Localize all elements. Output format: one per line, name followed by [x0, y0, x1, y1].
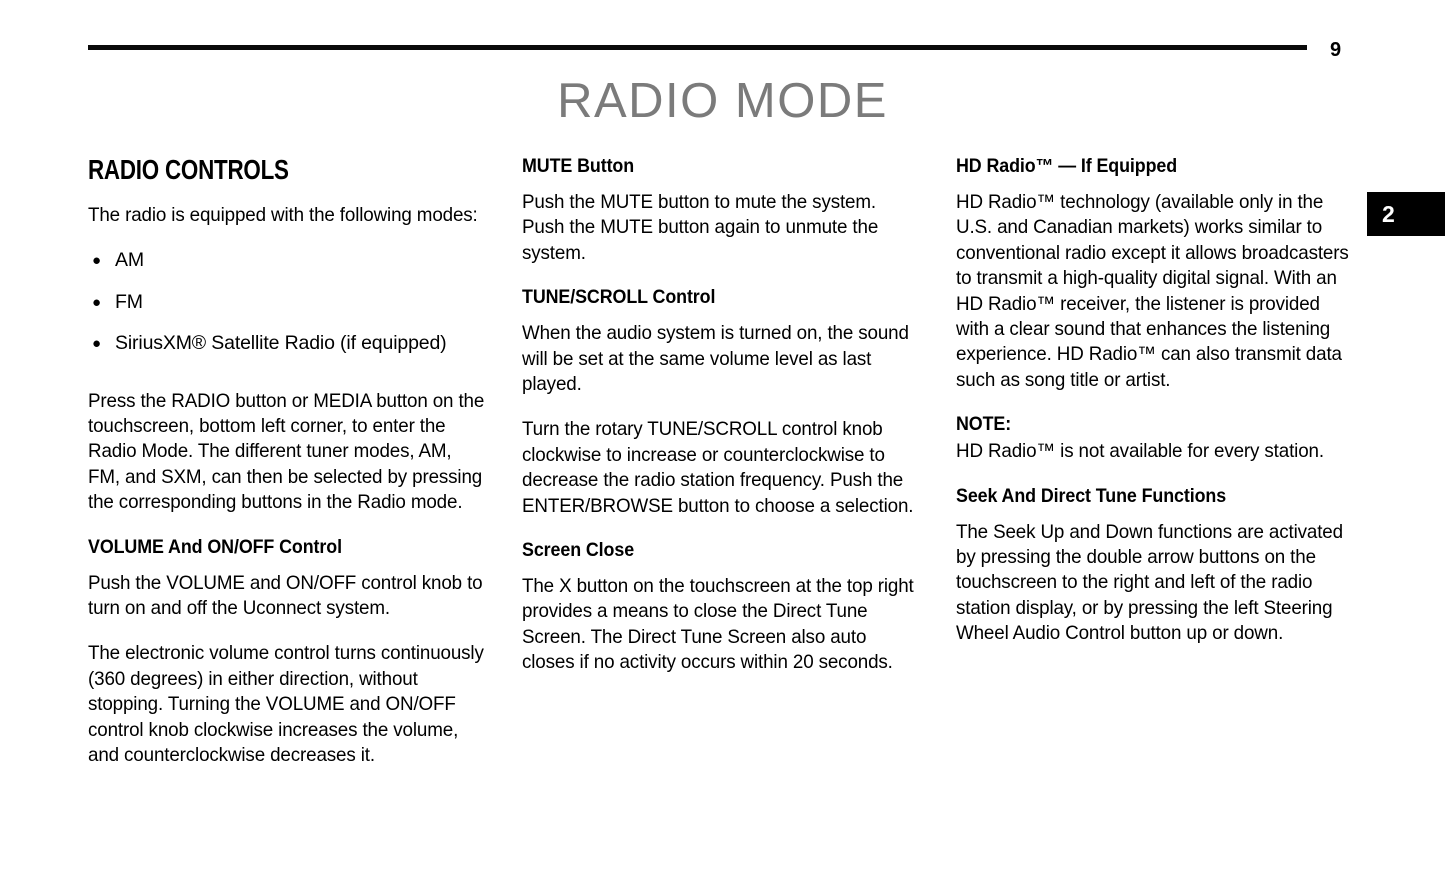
content-columns: RADIO CONTROLS The radio is equipped with… — [88, 155, 1356, 789]
subsection-heading: VOLUME And ON/OFF Control — [88, 536, 342, 558]
body-paragraph: When the audio system is turned on, the … — [522, 322, 909, 396]
list-item-label: AM — [115, 249, 144, 272]
subsection-heading: TUNE/SCROLL Control — [522, 287, 716, 309]
subsection-heading: MUTE Button — [522, 156, 635, 177]
chapter-tab: 2 — [1367, 192, 1445, 236]
subsection-heading: HD Radio™ — If Equipped — [956, 156, 1178, 177]
list-item: ● FM — [88, 290, 487, 315]
body-paragraph: Push the MUTE button to mute the system.… — [522, 191, 879, 264]
subsection-heading: Seek And Direct Tune Functions — [956, 485, 1227, 507]
body-paragraph: HD Radio™ is not available for every sta… — [956, 440, 1324, 463]
body-paragraph: Press the RADIO button or MEDIA button o… — [88, 389, 485, 514]
radio-modes-list: ● AM ● FM ● SiriusXM® Satellite Radio (if equ… — [88, 248, 487, 356]
page-title: RADIO MODE — [557, 74, 888, 128]
body-paragraph: The X button on the touchscreen at the t… — [522, 575, 914, 674]
body-paragraph: The radio is equipped with the following… — [88, 204, 478, 226]
list-item: ● SiriusXM® Satellite Radio (if equipped) — [88, 331, 487, 356]
bullet-icon: ● — [92, 252, 101, 270]
note-heading: NOTE: — [956, 414, 1012, 436]
list-item-label: SiriusXM® Satellite Radio (if equipped) — [115, 332, 447, 355]
bullet-icon: ● — [92, 293, 101, 311]
subsection-heading: Screen Close — [522, 540, 635, 562]
body-paragraph: HD Radio™ technology (available only in … — [956, 191, 1349, 391]
column-3: HD Radio™ — If Equipped HD Radio™ technol… — [956, 155, 1355, 789]
page-number: 9 — [1330, 39, 1342, 61]
bullet-icon: ● — [92, 335, 101, 353]
body-paragraph: The Seek Up and Down functions are activ… — [956, 520, 1343, 645]
body-paragraph: Push the VOLUME and ON/OFF control knob … — [88, 571, 483, 620]
section-title: RADIO CONTROLS — [88, 154, 289, 185]
list-item: ● AM — [88, 248, 487, 273]
body-paragraph: The electronic volume control turns cont… — [88, 642, 484, 767]
column-1: RADIO CONTROLS The radio is equipped with… — [88, 155, 487, 789]
column-2: MUTE Button Push the MUTE button to mute … — [522, 155, 921, 789]
body-paragraph: Turn the rotary TUNE/SCROLL control knob… — [522, 418, 914, 517]
list-item-label: FM — [115, 290, 143, 313]
header-rule — [88, 45, 1307, 50]
